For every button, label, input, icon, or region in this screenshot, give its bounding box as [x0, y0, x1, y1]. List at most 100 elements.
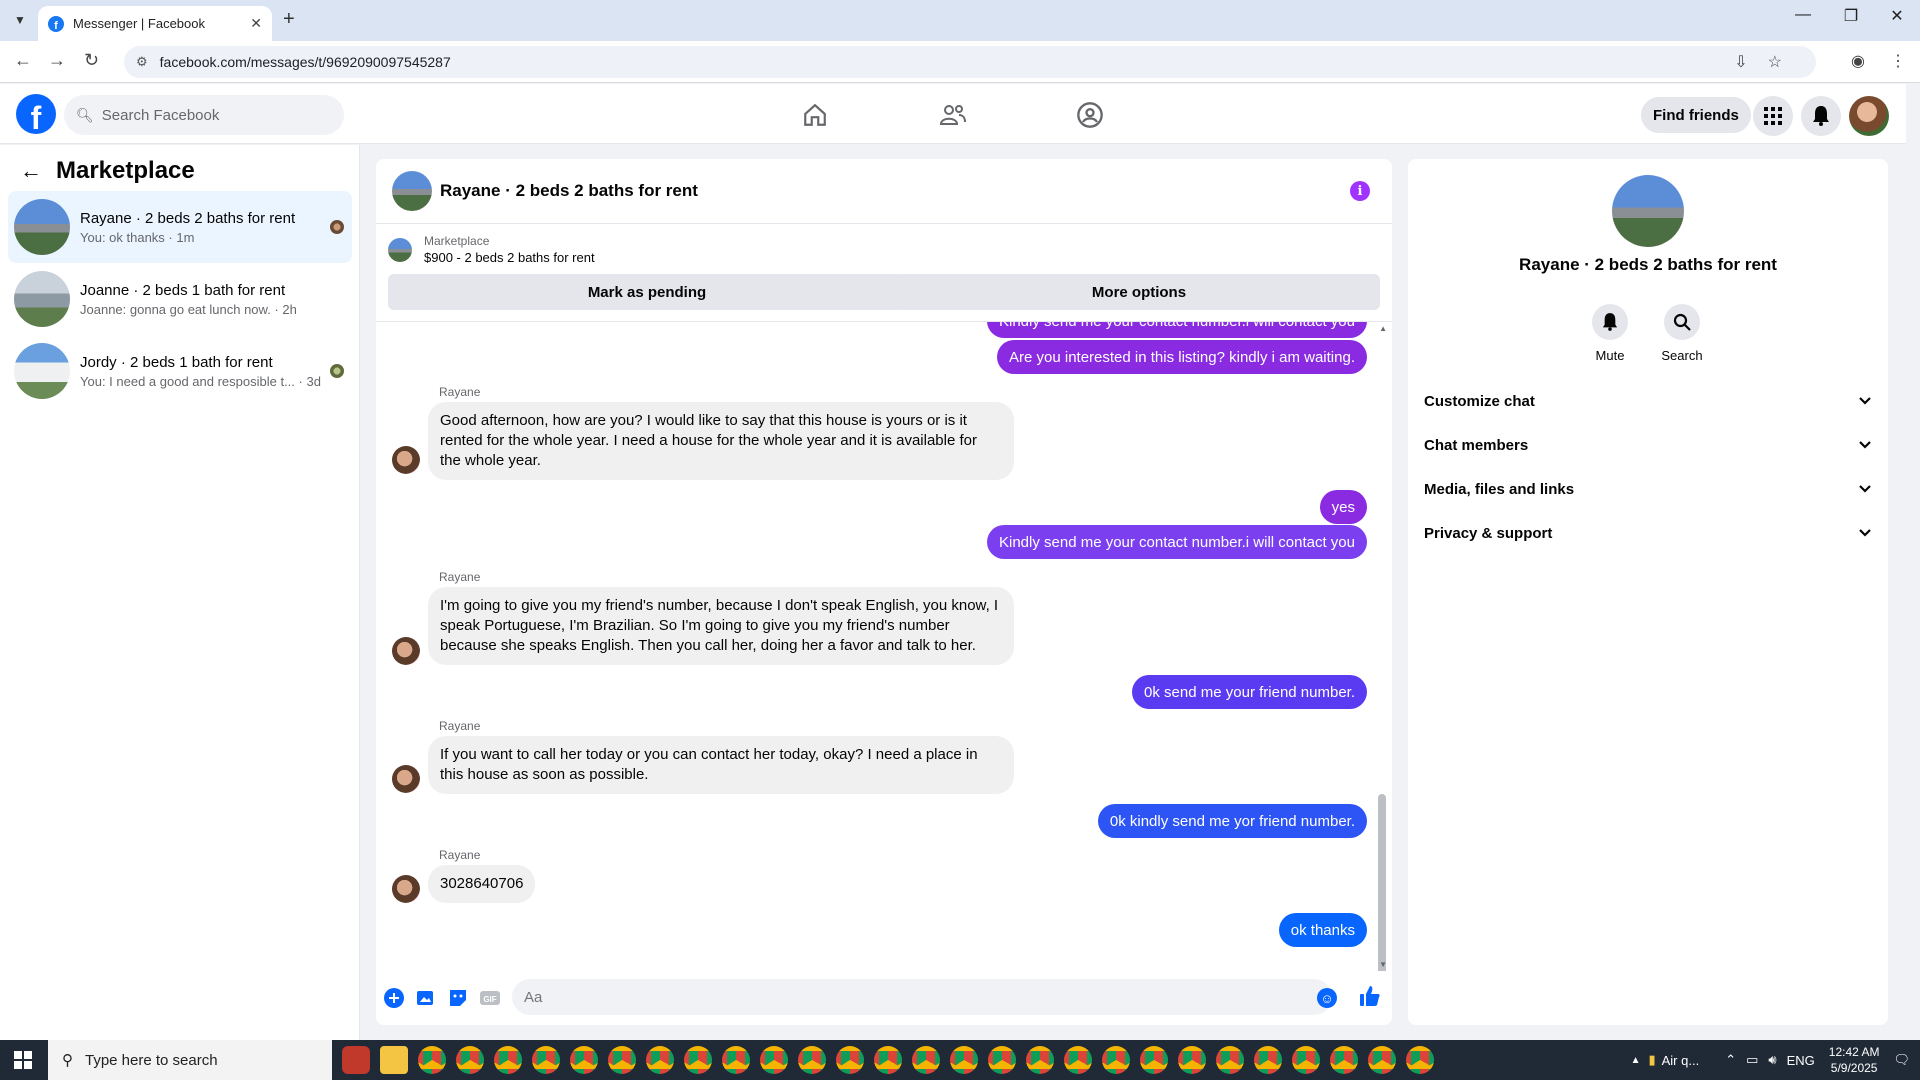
sender-avatar[interactable]: [392, 637, 420, 665]
chrome-icon[interactable]: [912, 1046, 940, 1074]
close-window-icon[interactable]: ✕: [1874, 6, 1920, 26]
chrome-icon[interactable]: [646, 1046, 674, 1074]
chrome-icon[interactable]: [1368, 1046, 1396, 1074]
chrome-icon[interactable]: [874, 1046, 902, 1074]
svg-text:GIF: GIF: [483, 995, 496, 1004]
chrome-icon[interactable]: [1292, 1046, 1320, 1074]
minimize-icon[interactable]: —: [1780, 6, 1826, 24]
file-explorer-icon[interactable]: [380, 1046, 408, 1074]
listing-label: Marketplace: [424, 234, 490, 248]
chrome-icon[interactable]: [418, 1046, 446, 1074]
chrome-icon[interactable]: [760, 1046, 788, 1074]
chrome-icon[interactable]: [836, 1046, 864, 1074]
clock[interactable]: 12:42 AM 5/9/2025: [1829, 1044, 1880, 1076]
sender-avatar[interactable]: [392, 446, 420, 474]
chrome-icon[interactable]: [1330, 1046, 1358, 1074]
chrome-icon[interactable]: [494, 1046, 522, 1074]
search-conversation-button[interactable]: Search: [1652, 304, 1712, 363]
mute-button[interactable]: Mute: [1580, 304, 1640, 363]
sender-avatar[interactable]: [392, 875, 420, 903]
notification-center-icon[interactable]: 🗨︎: [1893, 1052, 1910, 1068]
message-scrollbar[interactable]: [1378, 794, 1386, 971]
thumbs-up-icon[interactable]: [1359, 985, 1381, 1013]
chat-members-row[interactable]: Chat members: [1424, 429, 1872, 461]
chrome-icon[interactable]: [1254, 1046, 1282, 1074]
weather-text[interactable]: Air q...: [1662, 1053, 1700, 1068]
chrome-icon[interactable]: [1140, 1046, 1168, 1074]
listing-bar[interactable]: Marketplace $900 - 2 beds 2 baths for re…: [388, 234, 595, 265]
windows-start-icon[interactable]: [14, 1051, 32, 1069]
back-arrow-icon[interactable]: ←: [20, 158, 42, 184]
emoji-icon[interactable]: ☺: [1317, 988, 1337, 1008]
menu-grid-icon[interactable]: [1753, 96, 1793, 136]
media-files-links-row[interactable]: Media, files and links: [1424, 473, 1872, 505]
details-avatar[interactable]: [1612, 175, 1684, 247]
groups-icon[interactable]: [1075, 100, 1105, 130]
tab-close-icon[interactable]: ✕: [250, 15, 262, 32]
privacy-support-row[interactable]: Privacy & support: [1424, 517, 1872, 549]
language-indicator[interactable]: ENG: [1787, 1053, 1815, 1068]
photo-icon[interactable]: [416, 988, 436, 1008]
facebook-search-input[interactable]: 🔍︎ Search Facebook: [64, 95, 344, 135]
seen-avatar-icon: [330, 220, 344, 234]
chrome-icon[interactable]: [722, 1046, 750, 1074]
chrome-icon[interactable]: [1026, 1046, 1054, 1074]
sender-avatar[interactable]: [392, 765, 420, 793]
chat-item-joanne[interactable]: Joanne · 2 beds 1 bath for rent Joanne: …: [8, 263, 352, 335]
address-bar[interactable]: ⚙ facebook.com/messages/t/96920900975452…: [124, 46, 1816, 78]
back-icon[interactable]: ←: [14, 50, 32, 71]
chrome-icon[interactable]: [1216, 1046, 1244, 1074]
message-input[interactable]: [512, 979, 1332, 1015]
facebook-logo-icon[interactable]: f: [16, 94, 56, 134]
chat-name: Rayane · 2 beds 2 baths for rent: [80, 209, 296, 227]
volume-icon[interactable]: 🔊︎: [1768, 1052, 1776, 1068]
chrome-icon[interactable]: [1102, 1046, 1130, 1074]
tab-search-icon[interactable]: ▼: [8, 8, 32, 32]
chrome-icon[interactable]: [988, 1046, 1016, 1074]
conversation-avatar[interactable]: [392, 171, 432, 211]
chrome-icon[interactable]: [950, 1046, 978, 1074]
tray-overflow-icon[interactable]: ▲: [1631, 1055, 1641, 1066]
chrome-icon[interactable]: [1178, 1046, 1206, 1074]
network-icon[interactable]: ▭: [1746, 1052, 1758, 1068]
customize-chat-row[interactable]: Customize chat: [1424, 385, 1872, 417]
friends-icon[interactable]: [938, 100, 968, 130]
chevron-up-icon[interactable]: ⌃: [1725, 1052, 1736, 1068]
home-icon[interactable]: [800, 100, 830, 130]
weather-icon[interactable]: ▮: [1648, 1052, 1655, 1068]
chrome-icon[interactable]: [532, 1046, 560, 1074]
sender-name: Rayane: [439, 385, 481, 399]
info-icon[interactable]: i: [1350, 181, 1370, 201]
chrome-icon[interactable]: [570, 1046, 598, 1074]
chat-item-rayane[interactable]: Rayane · 2 beds 2 baths for rent You: ok…: [8, 191, 352, 263]
find-friends-button[interactable]: Find friends: [1641, 97, 1751, 133]
conversation-title[interactable]: Rayane · 2 beds 2 baths for rent: [440, 181, 698, 201]
chat-item-jordy[interactable]: Jordy · 2 beds 1 bath for rent You: I ne…: [8, 335, 352, 407]
mark-as-pending-button[interactable]: Mark as pending: [388, 274, 906, 310]
chrome-icon[interactable]: [456, 1046, 484, 1074]
taskbar-search-input[interactable]: ⚲ Type here to search: [48, 1040, 332, 1080]
plus-circle-icon[interactable]: [384, 988, 404, 1008]
new-tab-icon[interactable]: +: [283, 8, 295, 31]
sticker-icon[interactable]: [448, 988, 468, 1008]
app-icon[interactable]: [342, 1046, 370, 1074]
chrome-icon[interactable]: [798, 1046, 826, 1074]
chrome-icon[interactable]: [1406, 1046, 1434, 1074]
install-bookmark-icons[interactable]: ⇩☆: [1734, 52, 1802, 72]
browser-menu-icon[interactable]: ⋮: [1890, 51, 1906, 71]
forward-icon[interactable]: →: [48, 50, 66, 71]
site-info-icon[interactable]: ⚙: [136, 54, 148, 70]
chrome-icon[interactable]: [684, 1046, 712, 1074]
reload-icon[interactable]: ↻: [84, 50, 99, 71]
scroll-up-arrow-icon[interactable]: ▲: [1379, 324, 1387, 333]
chrome-icon[interactable]: [608, 1046, 636, 1074]
browser-tab[interactable]: f Messenger | Facebook ✕: [38, 6, 272, 41]
gif-icon[interactable]: GIF: [480, 988, 500, 1008]
scroll-down-arrow-icon[interactable]: ▼: [1379, 960, 1387, 969]
notifications-bell-icon[interactable]: [1801, 96, 1841, 136]
profile-icon[interactable]: ◉: [1851, 51, 1865, 71]
chrome-icon[interactable]: [1064, 1046, 1092, 1074]
more-options-button[interactable]: More options: [898, 274, 1380, 310]
account-avatar[interactable]: [1849, 96, 1889, 136]
restore-icon[interactable]: ❐: [1828, 6, 1874, 26]
